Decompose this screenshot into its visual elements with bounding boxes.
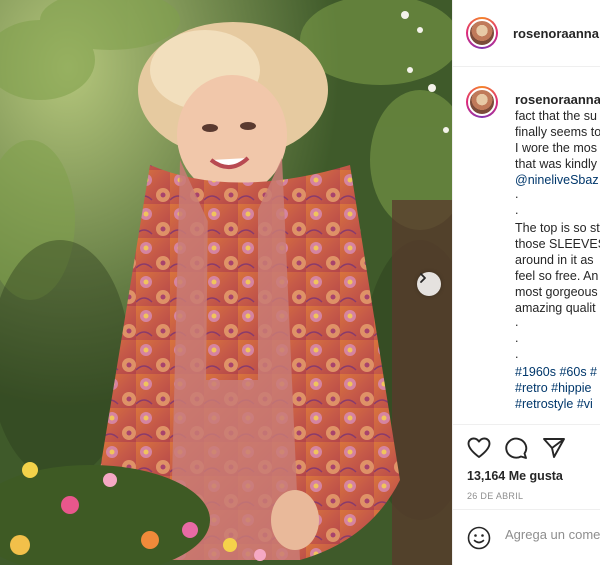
post-photo [0,0,452,565]
caption-line: finally seems to [515,125,600,139]
caption-line: The top is so st [515,221,600,235]
caption-line: I wore the mos [515,141,597,155]
post-caption: fact that the su finally seems to I wore t… [515,108,600,430]
caption-line: those SLEEVES! [515,237,600,251]
caption-lines: fact that the su finally seems to I wore t… [515,108,600,412]
caption-link[interactable]: #1960s #60s # [515,364,600,380]
caption-line: most gorgeous [515,285,598,299]
caption-username[interactable]: rosenoraanna [515,92,600,107]
caption-line: . [515,331,519,345]
caption-link[interactable]: #retrostyle #vi [515,396,600,412]
caption-avatar[interactable] [466,86,498,118]
caption-line: that was kindly [515,157,597,171]
caption-line: amazing qualit [515,301,596,315]
caption-line: fact that the su [515,109,597,123]
avatar[interactable] [466,17,498,49]
caption-line: . [515,347,519,361]
caption-line: . [515,203,519,217]
like-count[interactable]: 13,164 Me gusta [467,469,563,483]
header-username[interactable]: rosenoraanna [513,26,599,41]
caption-line: . [515,315,519,329]
avatar-image [468,19,496,47]
heart-icon[interactable] [467,437,491,459]
post-actions: 13,164 Me gusta 26 DE ABRIL [453,424,600,510]
comment-input[interactable] [505,527,600,542]
caption-link[interactable]: #retro #hippie [515,380,600,396]
post-header: rosenoraanna [453,0,600,67]
post-sidebar: rosenoraanna rosenoraanna fact that the … [452,0,600,565]
paper-plane-icon[interactable] [542,437,566,459]
caption-line: feel so free. An [515,269,599,283]
next-image-button[interactable] [417,272,441,296]
comment-bubble-icon[interactable] [504,437,528,459]
post-date[interactable]: 26 DE ABRIL [467,491,523,501]
caption-line: . [515,187,519,201]
caption-avatar-image [468,88,496,116]
smiley-icon[interactable] [467,526,491,550]
chevron-right-icon [420,273,426,283]
photo-illustration [0,0,452,565]
caption-line: around in it as [515,253,594,267]
comment-row [453,510,600,565]
caption-link[interactable]: @nineliveSbaz [515,172,600,188]
